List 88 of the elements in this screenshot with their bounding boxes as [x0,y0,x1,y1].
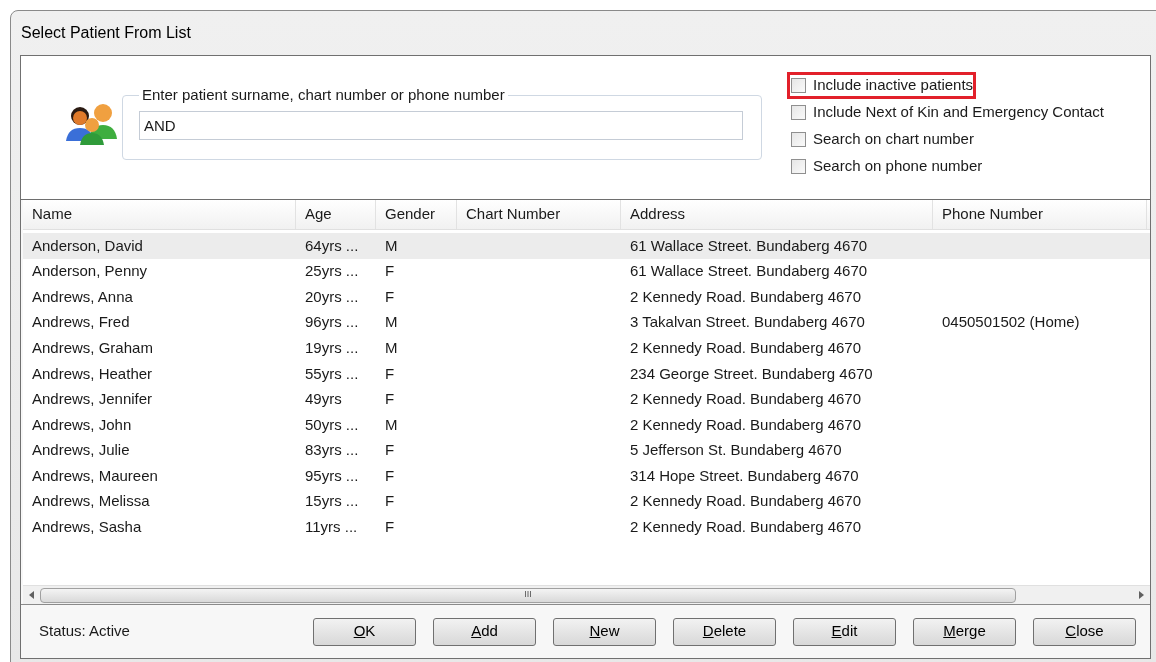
table-cell-text: F [385,389,395,410]
table-row[interactable]: Andrews, John 50yrs ... M 2 Kennedy Road. Bundaberg 4670 [23,412,1150,438]
table-cell-text: 61 Wallace Street. Bundaberg 4670 [630,261,868,282]
table-row[interactable]: Anderson, Penny 25yrs ... F 61 Wallace Street. Bundaberg 4670 [23,258,1150,285]
checkbox-option[interactable]: Include inactive patients [788,73,976,98]
search-field[interactable]: AND [139,110,743,140]
table-row[interactable]: Andrews, Heather 55yrs ... F 234 George Street. Bundaberg 4670 [23,360,1150,387]
table-cell-text: M [385,235,398,256]
table-cell-text: Andrews, Heather [32,363,153,384]
checkbox[interactable] [791,105,806,120]
table-row[interactable]: Andrews, Jennifer 49yrs F 2 Kennedy Road. Bundaberg 4670 [23,386,1150,413]
table-row[interactable]: Andrews, Melissa 15yrs ... F 2 Kennedy Road. Bundaberg 4670 [23,488,1150,515]
table-cell-text: Andrews, Graham [32,337,153,358]
table-cell-text: F [385,261,395,282]
dialog-button[interactable]: New [553,617,656,646]
checkbox-option[interactable]: Include Next of Kin and Emergency Contact [788,100,1106,125]
table-row[interactable]: Andrews, Maureen 95yrs ... F 314 Hope Street. Bundaberg 4670 [23,463,1150,489]
table-cell-text: 314 Hope Street. Bundaberg 4670 [630,465,859,486]
dialog-button[interactable]: Edit [793,617,896,646]
horizontal-scrollbar[interactable]: III [23,585,1150,604]
table-row[interactable]: Andrews, Julie 83yrs ... F 5 Jefferson St. Bundaberg 4670 [23,437,1150,464]
dialog-button[interactable]: Close [1033,617,1136,646]
table-cell-text: 3 Takalvan Street. Bundaberg 4670 [630,312,865,333]
table-row[interactable]: Andrews, Graham 19yrs ... M 2 Kennedy Road. Bundaberg 4670 [23,335,1150,361]
checkbox-option[interactable]: Search on chart number [788,127,976,152]
column-header[interactable]: Name [23,200,296,229]
table-cell-text: 61 Wallace Street. Bundaberg 4670 [630,235,868,256]
table-cell-text: Andrews, Maureen [32,465,158,486]
table-cell-text: F [385,491,395,512]
dialog-button[interactable]: Add [433,617,536,646]
column-header[interactable]: Chart Number [457,200,621,229]
table-cell-text: 2 Kennedy Road. Bundaberg 4670 [630,389,862,410]
table-cell-text: 11yrs ... [305,517,358,538]
search-label: Enter patient surname, chart number or phone number [141,85,506,105]
table-cell-text: F [385,363,395,384]
column-header[interactable]: Gender [376,200,457,229]
checkbox[interactable] [791,132,806,147]
dialog-button[interactable]: Merge [913,617,1016,646]
checkbox[interactable] [791,159,806,174]
table-cell-text: F [385,440,395,461]
column-header[interactable]: Phone Number [933,200,1147,229]
table-cell-text: 55yrs ... [305,363,359,384]
table-cell-text: 49yrs [305,389,342,410]
table-row[interactable]: Andrews, Fred 96yrs ... M 3 Takalvan Street. Bundaberg 4670 0450501502 (Home) [23,309,1150,336]
table-cell-text: 15yrs ... [305,491,359,512]
table-cell-text: 234 George Street. Bundaberg 4670 [630,363,873,384]
table-cell-text: Andrews, John [32,414,132,435]
column-header[interactable]: Age [296,200,376,229]
table-cell-text: 83yrs ... [305,440,359,461]
table-cell-text: 95yrs ... [305,465,359,486]
table-cell-text: Andrews, Melissa [32,491,150,512]
column-header[interactable]: Address [621,200,933,229]
table-cell-text: M [385,414,398,435]
table-cell-text: 25yrs ... [305,261,359,282]
table-cell-text: Andrews, Sasha [32,517,142,538]
table-cell-text: 2 Kennedy Road. Bundaberg 4670 [630,517,862,538]
table-cell-text: 2 Kennedy Road. Bundaberg 4670 [630,414,862,435]
table-cell-text: Anderson, David [32,235,143,256]
table-cell-text: Andrews, Anna [32,286,133,307]
table-cell-text: F [385,465,395,486]
table-cell-text: Andrews, Fred [32,312,130,333]
table-cell-text: F [385,286,395,307]
table-cell-text: 19yrs ... [305,337,359,358]
table-cell-text: 20yrs ... [305,286,359,307]
status-text: Status: Active [39,621,131,642]
table-cell-text: 2 Kennedy Road. Bundaberg 4670 [630,491,862,512]
table-cell-text: Anderson, Penny [32,261,148,282]
table-cell-text: Andrews, Jennifer [32,389,153,410]
checkbox[interactable] [791,78,806,93]
table-cell-text: 96yrs ... [305,312,359,333]
table-cell-text: 0450501502 (Home) [942,312,1080,333]
table-cell-text: 2 Kennedy Road. Bundaberg 4670 [630,286,862,307]
table-cell-text: 5 Jefferson St. Bundaberg 4670 [630,440,842,461]
table-cell-text: Andrews, Julie [32,440,130,461]
table-cell-text: 50yrs ... [305,414,359,435]
table-row[interactable]: Anderson, David 64yrs ... M 61 Wallace Street. Bundaberg 4670 [23,233,1150,259]
checkbox-option[interactable]: Search on phone number [788,154,985,179]
dialog-button[interactable]: OK [313,617,416,646]
table-cell-text: M [385,312,398,333]
table-row[interactable]: Andrews, Sasha 11yrs ... F 2 Kennedy Road. Bundaberg 4670 [23,514,1150,541]
table-cell-text: 2 Kennedy Road. Bundaberg 4670 [630,337,862,358]
window-title: Select Patient From List [20,23,192,43]
scroll-thumb[interactable]: III [40,587,1016,603]
table-row[interactable]: Andrews, Anna 20yrs ... F 2 Kennedy Road. Bundaberg 4670 [23,284,1150,310]
table-cell-text: M [385,337,398,358]
table-cell-text: 64yrs ... [305,235,359,256]
dialog-button[interactable]: Delete [673,617,776,646]
table-cell-text: F [385,517,395,538]
